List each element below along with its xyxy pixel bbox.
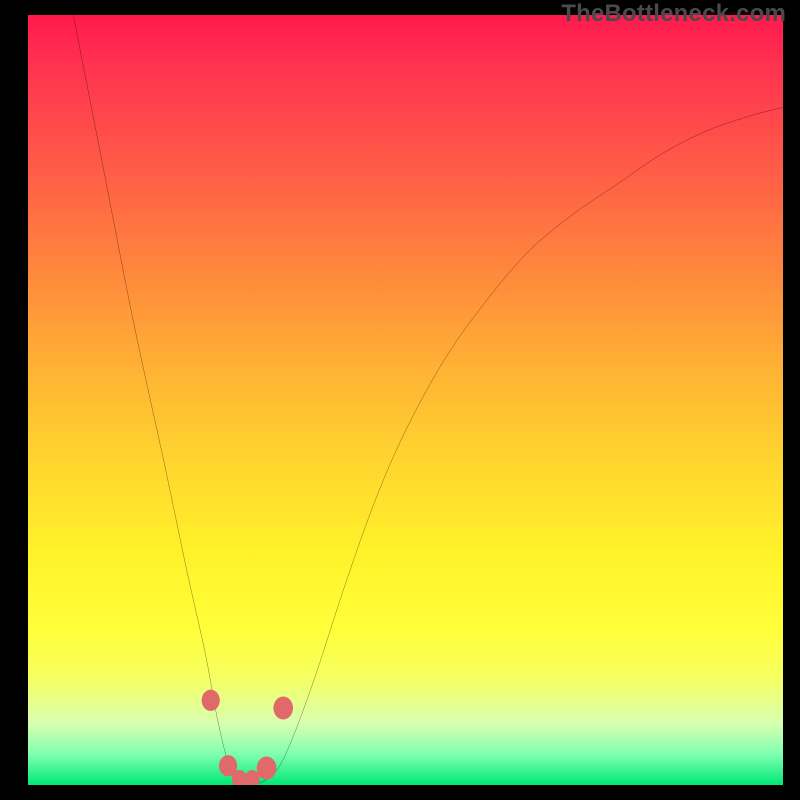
curve-markers	[202, 690, 293, 785]
bottleneck-curve-svg	[28, 15, 783, 785]
bottleneck-curve	[73, 15, 783, 784]
watermark-text: TheBottleneck.com	[561, 0, 786, 28]
curve-marker	[257, 757, 277, 780]
curve-marker	[273, 696, 293, 719]
curve-marker	[202, 690, 220, 711]
curve-group	[73, 15, 783, 785]
